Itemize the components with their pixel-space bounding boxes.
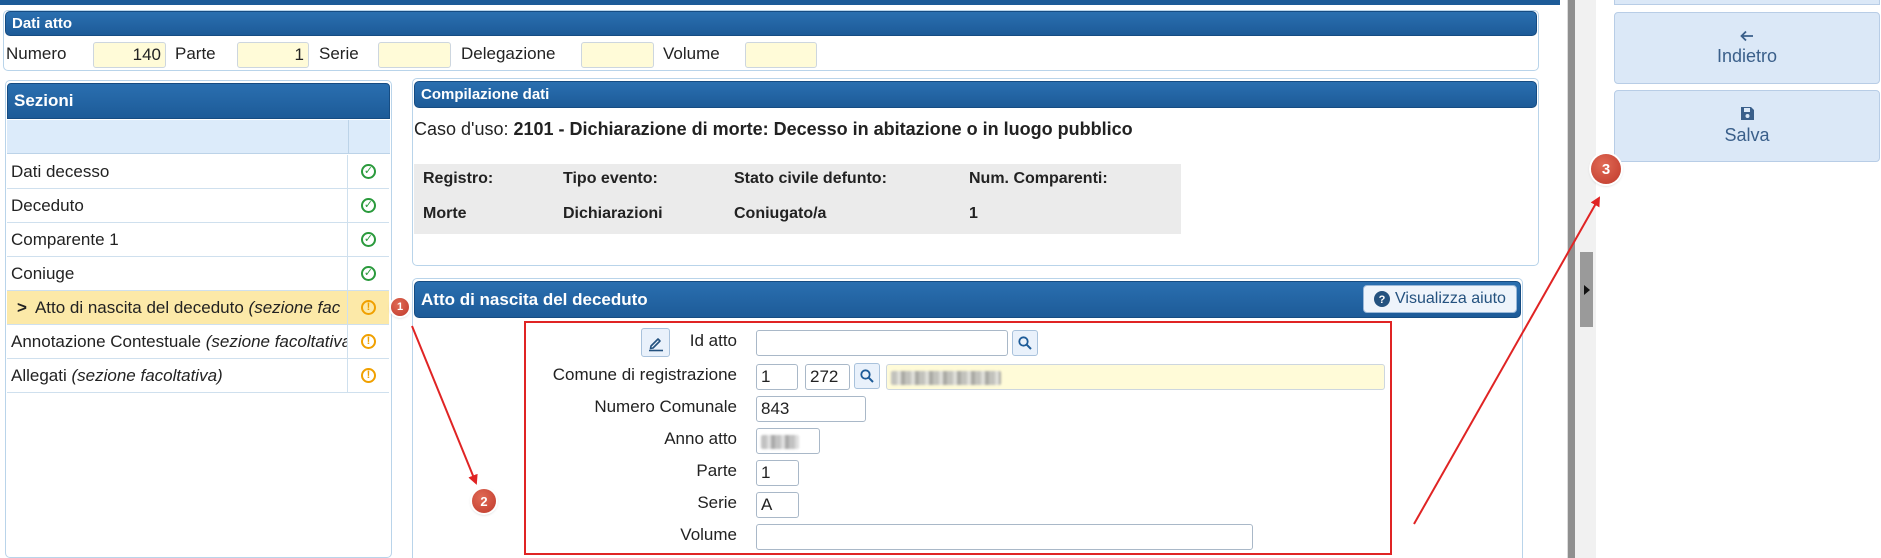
annotation-badge-3: 3 — [1591, 154, 1621, 184]
annotation-arrow-to-3 — [1413, 196, 1600, 525]
annotation-badge-1: 1 — [391, 298, 409, 316]
annotation-badge-2: 2 — [472, 489, 496, 513]
annotation-arrow-1-to-2 — [411, 325, 478, 485]
annotation-arrows — [411, 196, 1600, 525]
